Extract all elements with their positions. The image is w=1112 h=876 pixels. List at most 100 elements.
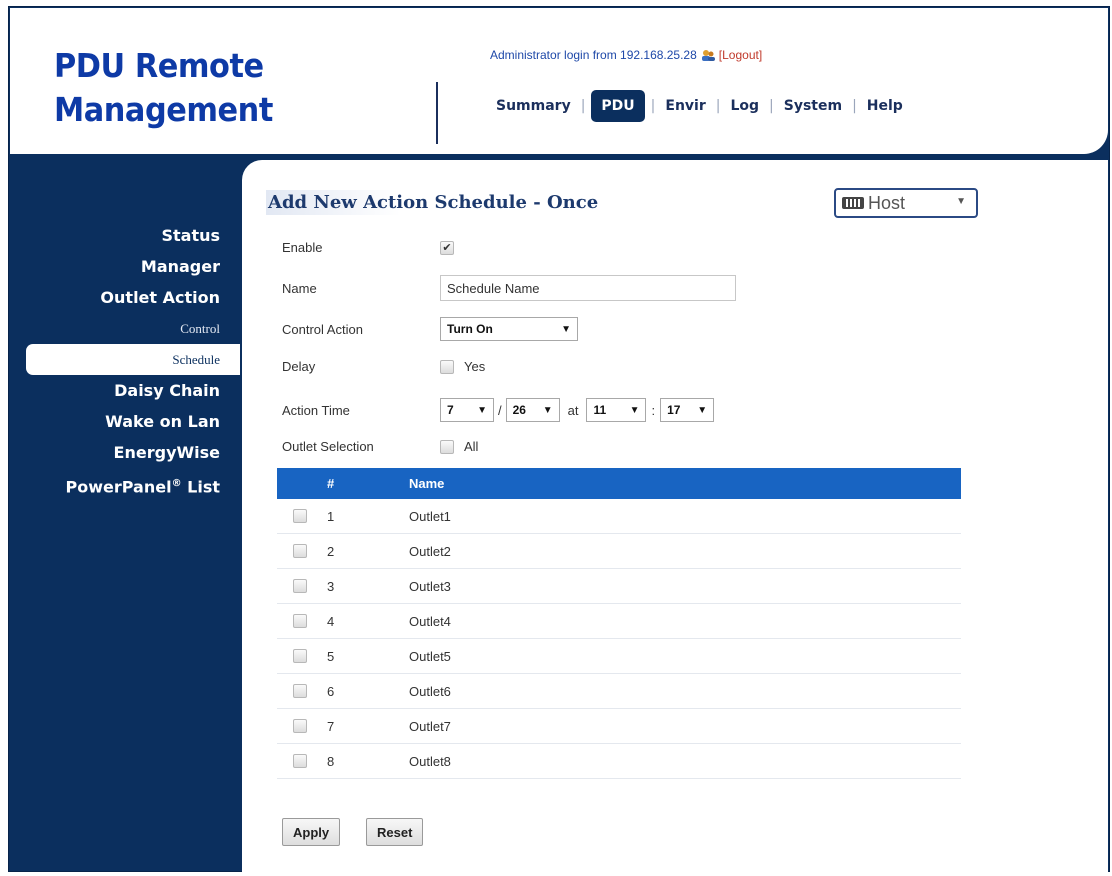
tab-envir[interactable]: Envir (655, 98, 715, 114)
table-row: 1 Outlet1 (277, 499, 961, 534)
outlet-number: 5 (327, 648, 335, 664)
outlet-name: Outlet6 (409, 683, 451, 699)
table-row: 7 Outlet7 (277, 709, 961, 744)
column-header-name: Name (409, 476, 445, 491)
hour-select[interactable]: 11 ▼ (586, 398, 647, 422)
outlet-number: 1 (327, 508, 335, 524)
outlet-number: 6 (327, 683, 335, 699)
nav-separator: | (580, 98, 586, 114)
table-row: 5 Outlet5 (277, 639, 961, 674)
powerpanel-suffix: List (181, 477, 220, 497)
action-time-row: Action Time 7 ▼ / 26 ▼ at 11 ▼ : 17 ▼ (282, 398, 715, 422)
tab-help[interactable]: Help (857, 98, 913, 114)
header: PDU Remote Management Administrator logi… (10, 8, 1108, 154)
logout-link[interactable]: [Logout] (719, 48, 762, 62)
sidebar-subitem-schedule[interactable]: Schedule (26, 344, 240, 375)
powerpanel-label: PowerPanel (65, 477, 172, 497)
all-label: All (464, 439, 479, 454)
table-row: 8 Outlet8 (277, 744, 961, 779)
control-action-row: Control Action Turn On ▼ (282, 317, 578, 341)
chevron-down-icon: ▼ (477, 404, 487, 416)
name-input[interactable]: Schedule Name (440, 275, 736, 301)
outlet-checkbox[interactable] (293, 649, 307, 663)
name-row: Name Schedule Name (282, 275, 736, 301)
chevron-down-icon: ▼ (542, 404, 553, 416)
outlet-checkbox[interactable] (293, 719, 307, 733)
minute-value: 17 (667, 403, 681, 417)
sidebar-item-daisy-chain[interactable]: Daisy Chain (10, 375, 240, 406)
login-info: Administrator login from 192.168.25.28 [… (490, 48, 762, 62)
sidebar-item-energywise[interactable]: EnergyWise (10, 437, 240, 468)
sidebar-item-outlet-action[interactable]: Outlet Action (10, 282, 240, 313)
main-content: Add New Action Schedule - Once Host ▼ En… (242, 160, 1108, 872)
sidebar-item-status[interactable]: Status (10, 220, 240, 251)
user-icon (701, 49, 715, 61)
date-slash: / (498, 402, 502, 418)
enable-checkbox[interactable]: ✔ (440, 240, 454, 255)
name-label: Name (282, 280, 317, 296)
chevron-down-icon: ▼ (629, 404, 640, 416)
login-text: Administrator login from 192.168.25.28 (490, 48, 697, 62)
outlet-checkbox[interactable] (293, 509, 307, 523)
delay-checkbox[interactable] (440, 359, 454, 374)
column-header-number: # (327, 476, 335, 491)
sidebar: Status Manager Outlet Action Control Sch… (10, 220, 240, 499)
at-label: at (567, 402, 579, 418)
month-value: 7 (447, 403, 454, 417)
outlet-name: Outlet3 (409, 578, 451, 594)
action-time-label: Action Time (282, 402, 350, 418)
outlet-checkbox[interactable] (293, 544, 307, 558)
delay-yes-label: Yes (464, 359, 486, 374)
sidebar-item-manager[interactable]: Manager (10, 251, 240, 282)
month-select[interactable]: 7 ▼ (440, 398, 494, 422)
page-title: Add New Action Schedule - Once (266, 190, 603, 215)
outlet-name: Outlet1 (409, 508, 451, 524)
enable-row: Enable ✔ (282, 240, 454, 255)
tab-system[interactable]: System (774, 98, 852, 114)
outlet-checkbox[interactable] (293, 754, 307, 768)
table-header: # Name (277, 468, 961, 499)
reset-button[interactable]: Reset (366, 818, 424, 846)
chevron-down-icon: ▼ (956, 196, 966, 207)
sidebar-item-wake-on-lan[interactable]: Wake on Lan (10, 406, 240, 437)
day-value: 26 (512, 403, 526, 417)
outlet-number: 7 (327, 718, 335, 734)
outlet-selection-label: Outlet Selection (282, 439, 374, 454)
tab-summary[interactable]: Summary (494, 98, 581, 114)
host-select[interactable]: Host ▼ (834, 188, 978, 218)
time-colon: : (651, 402, 656, 418)
all-outlets-checkbox[interactable] (440, 439, 454, 454)
registered-mark: ® (171, 478, 182, 489)
outlet-name: Outlet5 (409, 648, 451, 664)
minute-select[interactable]: 17 ▼ (660, 398, 715, 422)
outlet-name: Outlet7 (409, 718, 451, 734)
outlet-table: # Name 1 Outlet1 2 Outlet2 3 Outlet3 4 O… (277, 468, 961, 779)
table-row: 6 Outlet6 (277, 674, 961, 709)
outlet-checkbox[interactable] (293, 579, 307, 593)
host-select-value: Host (868, 192, 906, 213)
apply-button[interactable]: Apply (282, 818, 341, 846)
control-action-value: Turn On (447, 322, 493, 336)
tab-log[interactable]: Log (720, 98, 769, 114)
control-action-select[interactable]: Turn On ▼ (440, 317, 578, 341)
outlet-name: Outlet4 (409, 613, 451, 629)
tab-pdu[interactable]: PDU (591, 90, 645, 122)
table-row: 3 Outlet3 (277, 569, 961, 604)
sidebar-item-powerpanel-list[interactable]: PowerPanel® List (10, 468, 240, 499)
delay-label: Delay (282, 359, 316, 374)
day-select[interactable]: 26 ▼ (505, 398, 560, 422)
logo-line-2: Management (54, 90, 273, 129)
outlet-name: Outlet2 (409, 543, 451, 559)
sidebar-subitem-control[interactable]: Control (10, 313, 240, 344)
outlet-number: 8 (327, 753, 335, 769)
outlet-checkbox[interactable] (293, 614, 307, 628)
hour-value: 11 (593, 403, 607, 417)
logo-line-1: PDU Remote (54, 46, 264, 85)
outlet-number: 4 (327, 613, 335, 629)
logo: PDU Remote Management (54, 44, 292, 132)
keyboard-icon (842, 197, 864, 209)
outlet-number: 2 (327, 543, 335, 559)
table-row: 2 Outlet2 (277, 534, 961, 569)
chevron-down-icon: ▼ (561, 323, 571, 335)
outlet-checkbox[interactable] (293, 684, 307, 698)
